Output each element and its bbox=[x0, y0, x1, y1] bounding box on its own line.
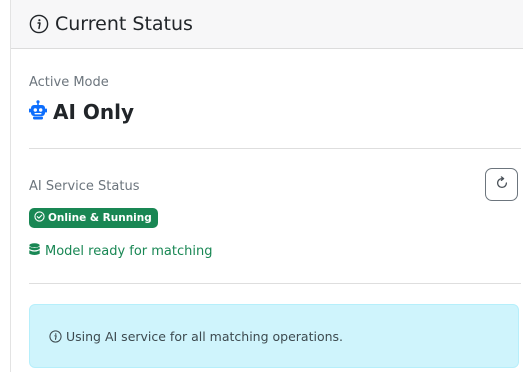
card-header: Current Status bbox=[11, 0, 523, 49]
refresh-status-button[interactable] bbox=[485, 168, 518, 201]
card-title: Current Status bbox=[55, 13, 193, 35]
section-divider bbox=[29, 283, 521, 284]
service-status-badge: Online & Running bbox=[29, 208, 158, 228]
database-icon bbox=[29, 243, 40, 260]
model-status: Model ready for matching bbox=[29, 243, 213, 260]
service-status-badge-text: Online & Running bbox=[48, 212, 152, 224]
robot-icon bbox=[29, 100, 47, 124]
model-status-text: Model ready for matching bbox=[45, 244, 213, 259]
info-alert-text: Using AI service for all matching operat… bbox=[66, 328, 344, 344]
info-alert: Using AI service for all matching operat… bbox=[29, 304, 519, 368]
ai-service-status-label: AI Service Status bbox=[29, 179, 140, 194]
active-mode-label: Active Mode bbox=[29, 75, 109, 90]
refresh-icon bbox=[495, 175, 509, 194]
section-divider bbox=[29, 148, 521, 149]
info-circle-icon bbox=[49, 329, 62, 343]
info-circle-icon bbox=[29, 14, 49, 34]
current-status-card: Current Status Active Mode AI Only AI Se… bbox=[10, 0, 523, 372]
active-mode-text: AI Only bbox=[53, 100, 135, 124]
active-mode-value: AI Only bbox=[29, 100, 134, 124]
check-circle-icon bbox=[34, 211, 45, 225]
